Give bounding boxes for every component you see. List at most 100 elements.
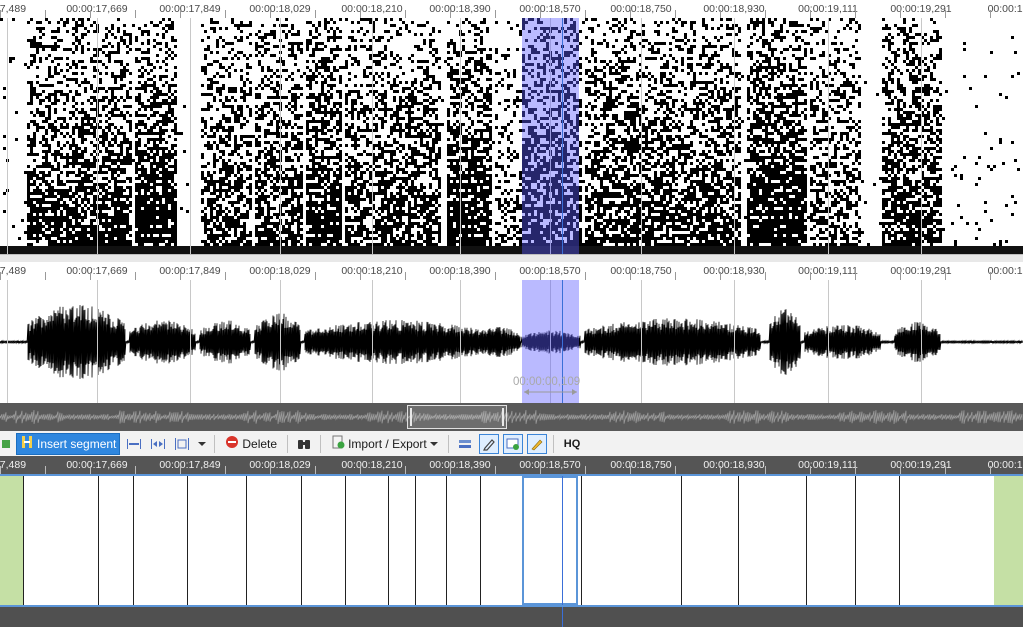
segment-divider[interactable]: [681, 476, 682, 605]
segment-divider[interactable]: [738, 476, 739, 605]
time-tick-mark: [630, 272, 631, 280]
time-tick-mark: [585, 10, 586, 18]
time-tick-mark: [405, 272, 406, 280]
time-tick-label: 00:00:19: [987, 3, 1023, 15]
segment-boundary-left[interactable]: [0, 476, 23, 605]
time-tick-mark: [765, 466, 766, 474]
time-tick-mark: [855, 272, 856, 280]
time-tick-mark: [45, 272, 46, 280]
time-tick-mark: [675, 466, 676, 474]
time-tick-label: 00:00:18,210: [341, 3, 403, 15]
time-tick-mark: [945, 466, 946, 474]
time-tick-mark: [585, 466, 586, 474]
split-segment-icon[interactable]: [148, 434, 168, 454]
time-tick-mark: [180, 10, 181, 18]
time-tick-label: 00:00:17,849: [159, 459, 221, 471]
segment-divider[interactable]: [446, 476, 447, 605]
insert-segment-button[interactable]: Insert segment: [16, 432, 121, 455]
import-export-button[interactable]: Import / Export: [327, 433, 442, 455]
grid-line: [921, 18, 922, 254]
delete-button[interactable]: Delete: [221, 433, 281, 455]
overview-viewport-handle[interactable]: [407, 405, 507, 429]
time-tick-mark: [360, 10, 361, 18]
waveform-view[interactable]: [0, 280, 1023, 403]
toolbar-divider: [447, 434, 449, 453]
toolbar-divider: [214, 434, 216, 453]
toolbar-divider: [287, 434, 289, 453]
time-tick-mark: [90, 466, 91, 474]
segment-divider[interactable]: [23, 476, 24, 605]
time-tick-mark: [495, 466, 496, 474]
time-tick-mark: [810, 466, 811, 474]
spectrogram-image: [0, 18, 1023, 254]
segment-divider[interactable]: [855, 476, 856, 605]
chevron-down-icon[interactable]: [196, 434, 208, 454]
segment-divider[interactable]: [98, 476, 99, 605]
time-tick-label: 17,489: [0, 3, 27, 15]
time-tick-mark: [180, 272, 181, 280]
segment-divider[interactable]: [133, 476, 134, 605]
time-tick-mark: [450, 272, 451, 280]
time-tick-mark: [900, 466, 901, 474]
segment-divider[interactable]: [187, 476, 188, 605]
grid-line: [828, 18, 829, 254]
fit-segment-icon[interactable]: [172, 434, 192, 454]
time-tick-mark: [315, 272, 316, 280]
segment-divider[interactable]: [480, 476, 481, 605]
binoculars-icon[interactable]: [294, 434, 314, 454]
overview-waveform: [0, 410, 1023, 424]
import-export-icon: [331, 435, 345, 452]
time-tick-label: 00:00:18,750: [610, 3, 672, 15]
grid-line: [734, 18, 735, 254]
chevron-down-icon: [429, 437, 438, 451]
time-ruler-waveform[interactable]: 17,489 00:00:17,669 00:00:17,849 00:00:18,0…: [0, 262, 1023, 281]
time-tick-label: 00:00:19,111: [798, 3, 858, 15]
time-tick-label: 00:00:18,750: [610, 459, 672, 471]
playback-cursor[interactable]: [562, 476, 563, 605]
time-tick-label: 00:00:18,930: [703, 3, 765, 15]
hq-toggle[interactable]: HQ: [560, 433, 585, 455]
green-block-icon[interactable]: [0, 434, 12, 454]
time-tick-mark: [495, 10, 496, 18]
toolbar-divider: [320, 434, 322, 453]
add-media-icon[interactable]: [502, 433, 523, 454]
time-tick-mark: [405, 466, 406, 474]
time-tick-mark: [225, 466, 226, 474]
time-tick-mark: [450, 466, 451, 474]
pencil-icon[interactable]: [526, 433, 547, 454]
overview-scrollbar[interactable]: [0, 403, 1023, 431]
time-tick-label: 00:00:17,849: [159, 265, 221, 277]
time-tick-label: 00:00:18,570: [519, 265, 581, 277]
time-tick-mark: [90, 272, 91, 280]
selected-segment[interactable]: [522, 476, 578, 605]
spectrogram-view[interactable]: [0, 18, 1023, 254]
segment-divider[interactable]: [301, 476, 302, 605]
segment-divider[interactable]: [246, 476, 247, 605]
time-tick-mark: [45, 466, 46, 474]
time-tick-label: 00:00:18,750: [610, 265, 672, 277]
time-ruler-spectrogram[interactable]: 17,489 00:00:17,669 00:00:17,849 00:00:18,0…: [0, 0, 1023, 19]
time-ruler-segments[interactable]: 17,489 00:00:17,669 00:00:17,849 00:00:18,0…: [0, 456, 1023, 474]
layers-icon[interactable]: [455, 434, 475, 454]
segment-divider[interactable]: [899, 476, 900, 605]
time-tick-label: 00:00:18,930: [703, 265, 765, 277]
time-tick-mark: [270, 272, 271, 280]
segment-divider[interactable]: [415, 476, 416, 605]
segment-divider[interactable]: [806, 476, 807, 605]
time-tick-label: 00:00:17,669: [66, 3, 128, 15]
time-tick-mark: [765, 10, 766, 18]
selection-highlight[interactable]: [522, 18, 579, 254]
segment-divider[interactable]: [581, 476, 582, 605]
time-tick-mark: [810, 272, 811, 280]
playback-cursor[interactable]: [562, 18, 563, 254]
time-tick-mark: [720, 272, 721, 280]
grid-line: [641, 18, 642, 254]
pen-icon[interactable]: [478, 433, 499, 454]
segment-divider[interactable]: [345, 476, 346, 605]
merge-segments-icon[interactable]: [124, 434, 144, 454]
time-tick-mark: [225, 10, 226, 18]
segment-boundary-right[interactable]: [994, 476, 1023, 605]
segment-track[interactable]: [0, 474, 1023, 607]
segment-divider[interactable]: [388, 476, 389, 605]
delete-label: Delete: [242, 436, 278, 451]
